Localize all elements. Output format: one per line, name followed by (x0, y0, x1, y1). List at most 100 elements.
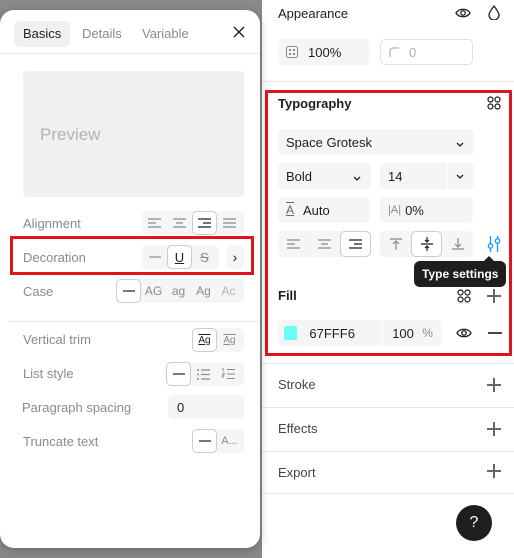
paragraph-spacing-label: Paragraph spacing (22, 400, 132, 415)
line-height-field[interactable]: A Auto (278, 197, 370, 223)
corner-radius-icon (389, 47, 399, 57)
fill-color-swatch[interactable] (284, 326, 298, 340)
decoration-group: U S (142, 245, 219, 269)
align-bottom-button[interactable] (442, 231, 473, 257)
fill-opacity-field[interactable]: 100 % (382, 320, 442, 346)
export-section: Export (262, 452, 514, 494)
alignment-label: Alignment (23, 216, 81, 231)
chevron-down-icon (353, 169, 361, 184)
decoration-none-button[interactable] (142, 245, 167, 269)
bullet-list-icon[interactable] (191, 362, 216, 386)
fill-hex-value: 67FFF6 (309, 325, 355, 341)
fill-section: Fill 67FFF6 100 % (262, 274, 514, 364)
add-export-icon[interactable] (487, 464, 501, 478)
case-group: AG ag Ag Ac (116, 279, 244, 303)
truncate-text-group: A... (192, 429, 244, 453)
numbered-list-icon[interactable] (216, 362, 241, 386)
list-none-button[interactable] (166, 362, 191, 386)
line-height-value: Auto (303, 202, 330, 218)
typography-section: Typography Space Grotesk Bold 14 A Auto … (262, 82, 514, 274)
font-family-select[interactable]: Space Grotesk (278, 129, 474, 155)
typography-title: Typography (278, 96, 352, 111)
tab-basics[interactable]: Basics (14, 21, 71, 47)
truncate-text-label: Truncate text (23, 434, 99, 449)
effects-title: Effects (278, 421, 318, 436)
chevron-down-icon[interactable] (447, 163, 464, 189)
case-none-button[interactable] (116, 279, 141, 303)
align-middle-button[interactable] (411, 231, 442, 257)
fill-color-field[interactable]: 67FFF6 100 % (278, 320, 442, 346)
align-right-button[interactable] (340, 231, 371, 257)
blend-mode-icon[interactable] (487, 4, 501, 20)
dialog-section-divider (8, 321, 260, 322)
design-panel: Appearance 100% 0 Typography Space Grote… (262, 0, 514, 558)
stroke-section: Stroke (262, 364, 514, 408)
vertical-trim-group: Ag Ag (192, 328, 244, 352)
font-size-value: 14 (388, 168, 403, 184)
strikethrough-button[interactable]: S (192, 245, 217, 269)
case-label: Case (23, 284, 54, 299)
case-lower-button[interactable]: ag (166, 279, 191, 303)
list-style-label: List style (23, 366, 74, 381)
tab-details[interactable]: Details (73, 21, 131, 47)
justify-center-button[interactable] (167, 211, 192, 235)
eye-icon[interactable] (455, 5, 471, 21)
dialog-header-divider (0, 53, 260, 54)
preview-text: Preview (40, 125, 101, 144)
case-title-button[interactable]: Ag (191, 279, 216, 303)
align-center-button[interactable] (309, 231, 340, 257)
preview-box: Preview (23, 71, 244, 197)
justify-full-button[interactable] (217, 211, 242, 235)
styles-grid-icon[interactable] (487, 96, 501, 110)
fill-title: Fill (278, 288, 297, 303)
add-stroke-icon[interactable] (487, 378, 501, 392)
vertical-trim-cap-height-button[interactable]: Ag (217, 328, 242, 352)
close-icon[interactable] (232, 25, 246, 39)
justify-right-button[interactable] (192, 211, 217, 235)
font-weight-value: Bold (286, 168, 313, 184)
truncate-off-button[interactable] (192, 429, 217, 453)
letter-spacing-field[interactable]: |A| 0% (380, 197, 473, 223)
export-title: Export (278, 465, 316, 480)
vertical-trim-label: Vertical trim (23, 332, 91, 347)
paragraph-spacing-field[interactable]: 0 (168, 395, 244, 419)
align-top-button[interactable] (380, 231, 411, 257)
justify-left-button[interactable] (142, 211, 167, 235)
letter-spacing-icon: |A| (388, 204, 402, 216)
underline-button[interactable]: U (167, 245, 192, 269)
eye-icon[interactable] (456, 327, 472, 339)
type-settings-dialog: Basics Details Variable Preview Alignmen… (0, 10, 260, 548)
tab-variable[interactable]: Variable (133, 21, 198, 47)
fill-opacity-unit: % (422, 326, 433, 340)
case-small-caps-button[interactable]: Ac (216, 279, 241, 303)
appearance-section: Appearance 100% 0 (262, 0, 514, 82)
font-weight-select[interactable]: Bold (278, 163, 371, 189)
remove-fill-icon[interactable] (488, 332, 502, 334)
line-height-icon: A (286, 203, 295, 217)
alignment-group (142, 211, 244, 235)
list-style-group (166, 362, 244, 386)
decoration-more-button[interactable]: › (226, 245, 244, 269)
type-settings-tooltip: Type settings (414, 256, 507, 287)
fill-opacity-value: 100 (392, 325, 414, 341)
opacity-value: 100% (308, 44, 342, 60)
font-size-field[interactable]: 14 (380, 163, 474, 189)
corner-radius-value: 0 (409, 44, 417, 60)
add-fill-icon[interactable] (487, 289, 501, 303)
text-align-group (278, 231, 371, 257)
decoration-label: Decoration (23, 250, 86, 265)
styles-grid-icon[interactable] (457, 289, 471, 303)
vertical-trim-standard-button[interactable]: Ag (192, 328, 217, 352)
case-upper-button[interactable]: AG (141, 279, 166, 303)
type-settings-icon[interactable] (485, 232, 503, 256)
help-button[interactable]: ? (456, 505, 492, 541)
add-effect-icon[interactable] (487, 422, 501, 436)
font-family-value: Space Grotesk (286, 134, 372, 150)
align-left-button[interactable] (278, 231, 309, 257)
corner-radius-field[interactable]: 0 (380, 39, 473, 65)
chevron-down-icon (456, 135, 464, 150)
effects-section: Effects (262, 408, 514, 452)
truncate-on-button[interactable]: A... (217, 429, 242, 453)
vertical-align-group (380, 231, 473, 257)
opacity-field[interactable]: 100% (278, 39, 370, 65)
